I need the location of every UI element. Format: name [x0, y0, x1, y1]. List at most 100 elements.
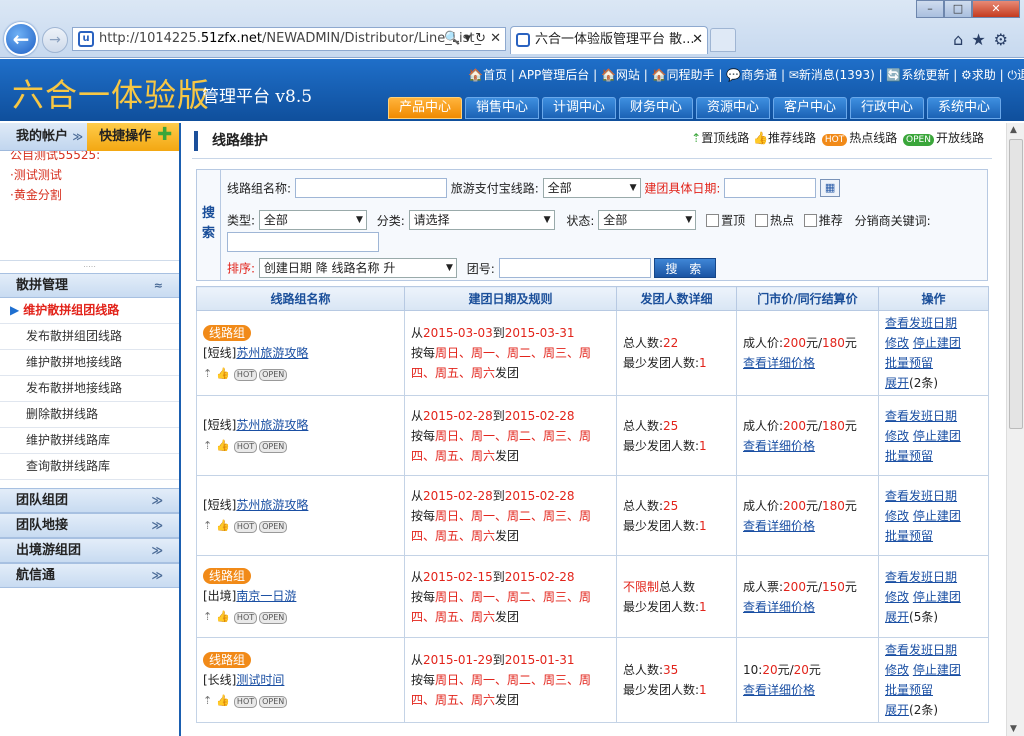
- address-controls[interactable]: 🔍 ▾ ↻ ✕: [444, 28, 501, 50]
- tab-finance-center[interactable]: 财务中心: [619, 97, 693, 119]
- forward-button[interactable]: →: [42, 27, 68, 53]
- sidebar-group-team-local[interactable]: 团队地接 ≫: [0, 513, 179, 538]
- date-input[interactable]: [724, 178, 817, 198]
- route-name-link[interactable]: 苏州旅游攻略: [236, 346, 308, 360]
- op-link[interactable]: 修改: [885, 590, 909, 604]
- tab-product-center[interactable]: 产品中心: [388, 97, 462, 119]
- quick-actions-tab[interactable]: 快捷操作 ✚: [87, 123, 179, 151]
- splitter-handle[interactable]: .....: [0, 261, 179, 273]
- search-panel: 搜索 线路组名称: 旅游支付宝线路: 全部 建团具体日期: ▦ 类型: 全部 分…: [196, 169, 988, 281]
- op-link[interactable]: 展开: [885, 376, 909, 390]
- rule-head: 按每: [411, 346, 436, 360]
- list-item[interactable]: ·黄金分割: [10, 185, 169, 205]
- tab-close-icon[interactable]: ✕: [692, 27, 703, 53]
- my-account-tab[interactable]: 我的帐户 ≫: [0, 123, 88, 151]
- sidebar-group-team-group[interactable]: 团队组团 ≫: [0, 488, 179, 513]
- group-name-input[interactable]: [294, 178, 447, 198]
- address-bar[interactable]: u http://1014225.51zfx.net/NEWADMIN/Distr…: [72, 27, 506, 51]
- sidebar-item-query-library[interactable]: 查询散拼线路库: [0, 454, 179, 480]
- op-link[interactable]: 查看发班日期: [885, 643, 957, 657]
- back-button[interactable]: ←: [4, 22, 38, 56]
- sidebar-item-maintain-library[interactable]: 维护散拼线路库: [0, 428, 179, 454]
- tab-admin-center[interactable]: 行政中心: [850, 97, 924, 119]
- scrollbar[interactable]: ▲ ▼: [1006, 123, 1024, 736]
- op-link[interactable]: 批量预留: [885, 356, 933, 370]
- top-checkbox-label: 置顶: [721, 213, 746, 228]
- op-link[interactable]: 修改: [885, 336, 909, 350]
- sidebar-item-publish-group[interactable]: 发布散拼组团线路: [0, 324, 179, 350]
- browser-tab[interactable]: 六合一体验版管理平台 散... ✕: [510, 26, 708, 54]
- op-link[interactable]: 修改: [885, 429, 909, 443]
- scroll-down-icon[interactable]: ▼: [1010, 724, 1017, 734]
- op-link[interactable]: 查看发班日期: [885, 316, 957, 330]
- calendar-icon[interactable]: ▦: [820, 179, 841, 197]
- route-name-link[interactable]: 南京一日游: [236, 589, 296, 603]
- op-link[interactable]: 批量预留: [885, 449, 933, 463]
- tab-sales-center[interactable]: 销售中心: [465, 97, 539, 119]
- new-tab-button[interactable]: [710, 28, 736, 52]
- op-link[interactable]: 停止建团: [913, 663, 961, 677]
- op-link[interactable]: 展开: [885, 610, 909, 624]
- sidebar-item-maintain-local[interactable]: 维护散拼地接线路: [0, 350, 179, 376]
- hot-checkbox[interactable]: [754, 213, 768, 227]
- op-link[interactable]: 批量预留: [885, 529, 933, 543]
- tab-dispatch-center[interactable]: 计调中心: [542, 97, 616, 119]
- top-checkbox[interactable]: [706, 213, 720, 227]
- sidebar-group-outbound[interactable]: 出境游组团 ≫: [0, 538, 179, 563]
- op-link[interactable]: 批量预留: [885, 683, 933, 697]
- list-item[interactable]: ·测试测试: [10, 165, 169, 185]
- top-links[interactable]: 🏠首页 | APP管理后台 | 🏠网站 | 🏠同程助手 | 💬商务通 | ✉新消…: [468, 66, 1024, 83]
- sidebar-item-maintain-group[interactable]: ▶ 维护散拼组团线路: [0, 298, 179, 324]
- sidebar-item-publish-local[interactable]: 发布散拼地接线路: [0, 376, 179, 402]
- col-header-people: 发团人数详细: [616, 286, 737, 311]
- op-link[interactable]: 查看发班日期: [885, 570, 957, 584]
- op-link[interactable]: 停止建团: [913, 509, 961, 523]
- price-trade: 180: [822, 498, 845, 513]
- scroll-up-icon[interactable]: ▲: [1010, 125, 1017, 135]
- tab-system-center[interactable]: 系统中心: [927, 97, 1001, 119]
- logo-subtitle: 管理平台 v8.5: [202, 87, 313, 107]
- op-link[interactable]: 展开: [885, 703, 909, 717]
- plus-icon: ✚: [157, 124, 173, 145]
- list-item[interactable]: 公自测试55525:: [10, 151, 169, 165]
- price-detail-link[interactable]: 查看详细价格: [743, 600, 815, 614]
- tab-customer-center[interactable]: 客户中心: [773, 97, 847, 119]
- sidebar-group-airline[interactable]: 航信通 ≫: [0, 563, 179, 588]
- price-detail-link[interactable]: 查看详细价格: [743, 439, 815, 453]
- route-name-link[interactable]: 苏州旅游攻略: [236, 418, 308, 432]
- open-icon: OPEN: [259, 441, 288, 453]
- op-link[interactable]: 修改: [885, 663, 909, 677]
- date-rule-cell: 从2015-02-28到2015-02-28 按每周日、周一、周二、周三、周 四、周…: [404, 395, 617, 476]
- toolbar-icons[interactable]: ⌂★⚙: [953, 30, 1016, 49]
- sidebar-item-label: 维护散拼组团线路: [23, 303, 120, 317]
- alipay-select[interactable]: 全部: [542, 178, 641, 198]
- search-button[interactable]: 搜 索: [654, 258, 717, 278]
- price-detail-link[interactable]: 查看详细价格: [743, 356, 815, 370]
- route-name-link[interactable]: 苏州旅游攻略: [236, 498, 308, 512]
- sort-select[interactable]: 创建日期 降 线路名称 升: [258, 258, 457, 278]
- close-button[interactable]: ✕: [972, 0, 1020, 18]
- price-detail-link[interactable]: 查看详细价格: [743, 519, 815, 533]
- sidebar-group-scatter[interactable]: 散拼管理 ≈: [0, 273, 179, 298]
- date-rule-cell: 从2015-01-29到2015-01-31 按每周日、周一、周二、周三、周 四、周…: [404, 637, 617, 723]
- category-select[interactable]: 请选择: [408, 210, 555, 230]
- op-link[interactable]: 停止建团: [913, 336, 961, 350]
- scroll-thumb[interactable]: [1009, 139, 1023, 429]
- op-link[interactable]: 停止建团: [913, 590, 961, 604]
- recommend-checkbox[interactable]: [803, 213, 817, 227]
- keywords-input[interactable]: [227, 232, 379, 252]
- window-controls: – □ ✕: [916, 0, 1022, 18]
- type-select[interactable]: 全部: [258, 210, 367, 230]
- status-select[interactable]: 全部: [598, 210, 697, 230]
- sidebar-item-delete[interactable]: 删除散拼线路: [0, 402, 179, 428]
- team-no-input[interactable]: [498, 258, 651, 278]
- op-link[interactable]: 查看发班日期: [885, 409, 957, 423]
- price-detail-link[interactable]: 查看详细价格: [743, 683, 815, 697]
- op-link[interactable]: 查看发班日期: [885, 489, 957, 503]
- minimize-button[interactable]: –: [916, 0, 944, 18]
- op-link[interactable]: 停止建团: [913, 429, 961, 443]
- route-name-link[interactable]: 测试时间: [236, 673, 284, 687]
- op-link[interactable]: 修改: [885, 509, 909, 523]
- maximize-button[interactable]: □: [944, 0, 972, 18]
- tab-resource-center[interactable]: 资源中心: [696, 97, 770, 119]
